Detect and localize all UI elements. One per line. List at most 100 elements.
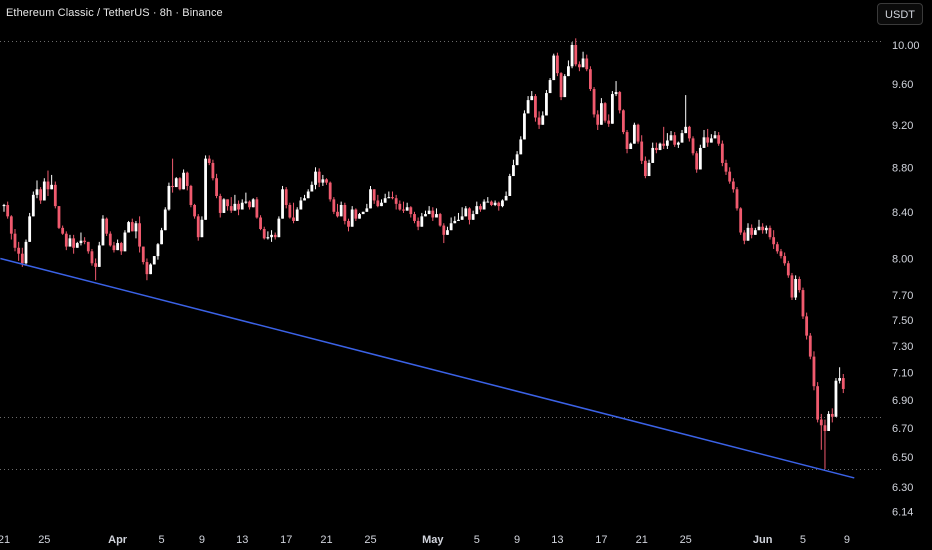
candle: [350, 206, 354, 227]
trendline-support[interactable]: [0, 257, 855, 479]
candle: [127, 220, 131, 233]
candle-body: [764, 227, 768, 231]
candle-body: [273, 234, 277, 238]
candle: [57, 206, 61, 230]
candle: [306, 189, 310, 199]
candle-body: [640, 141, 644, 161]
candle-body: [75, 243, 79, 248]
candle: [383, 193, 387, 203]
candle-body: [717, 135, 721, 144]
candle-body: [365, 208, 369, 212]
x-tick-label: 13: [236, 534, 248, 546]
candle: [665, 133, 669, 149]
candle: [90, 248, 94, 266]
candle-body: [46, 181, 50, 190]
candle: [610, 91, 614, 124]
x-tick-label: May: [422, 534, 444, 546]
candlesticks: [2, 38, 845, 469]
candle: [629, 142, 633, 149]
candle: [713, 131, 717, 139]
candle-body: [523, 113, 526, 140]
candle: [218, 193, 222, 218]
candle-body: [449, 223, 453, 231]
candle: [460, 207, 464, 220]
candle: [479, 203, 482, 212]
candle: [453, 216, 457, 224]
candle: [493, 200, 497, 207]
candle: [185, 171, 189, 191]
candle: [273, 232, 277, 240]
candle-body: [581, 58, 585, 68]
candle: [614, 81, 618, 97]
candle-body: [145, 262, 149, 275]
candle-body: [207, 158, 211, 163]
candle-body: [354, 209, 358, 219]
candle: [178, 177, 182, 191]
candle-body: [504, 195, 508, 201]
candle: [167, 182, 171, 211]
candle-body: [28, 216, 32, 242]
candle: [636, 123, 640, 144]
candle: [475, 201, 479, 215]
candle-body: [189, 185, 193, 205]
candle-body: [471, 214, 475, 220]
x-tick-label: 9: [514, 534, 520, 546]
candle-body: [647, 162, 651, 177]
x-tick-label: 5: [800, 534, 806, 546]
candle-body: [427, 210, 431, 215]
candle: [46, 170, 50, 196]
candle: [251, 198, 255, 208]
candle-body: [643, 160, 647, 177]
candle-body: [468, 208, 471, 220]
candle: [2, 203, 6, 212]
candle: [321, 174, 325, 186]
candle: [442, 223, 446, 244]
candle: [449, 217, 453, 231]
candle: [669, 131, 673, 141]
candle: [427, 206, 431, 215]
candle: [482, 199, 486, 210]
candle: [819, 413, 823, 450]
candle: [259, 215, 262, 231]
price-chart[interactable]: 10.00 9.60 9.20 8.80 8.40 8.00 7.70 7.50 7.30 7.1…: [0, 0, 932, 550]
candle-body: [141, 246, 145, 263]
candle-body: [138, 223, 142, 247]
candle-body: [218, 195, 222, 213]
candle: [720, 140, 724, 167]
candle-body: [72, 238, 76, 248]
candle-body: [391, 197, 394, 199]
candle: [424, 210, 427, 217]
candle-body: [226, 199, 229, 207]
candle-body: [446, 230, 449, 235]
y-tick-label: 6.50: [892, 452, 913, 464]
candle-body: [552, 55, 556, 81]
candle-body: [537, 117, 541, 125]
candle: [277, 216, 281, 238]
candle-body: [39, 189, 43, 201]
candle-body: [277, 218, 281, 238]
candle-body: [508, 176, 512, 196]
candle-body: [211, 162, 215, 179]
candle-body: [801, 290, 805, 317]
candle: [808, 333, 812, 360]
candle-body: [534, 96, 537, 118]
candle-body: [336, 211, 339, 217]
candle-body: [578, 64, 581, 68]
candle: [739, 207, 743, 235]
candle-body: [314, 171, 317, 185]
candle: [413, 211, 416, 224]
candle: [534, 94, 537, 122]
candle: [508, 173, 512, 196]
candle-body: [222, 199, 226, 213]
candle: [728, 167, 732, 184]
candle: [523, 110, 526, 140]
candle-body: [347, 220, 350, 227]
candle-body: [775, 244, 779, 252]
candle: [266, 231, 270, 240]
candle-body: [610, 94, 614, 124]
candle: [468, 207, 471, 225]
candle-body: [545, 93, 548, 116]
candle: [435, 208, 438, 218]
candle-body: [215, 178, 218, 196]
candle: [779, 248, 783, 259]
